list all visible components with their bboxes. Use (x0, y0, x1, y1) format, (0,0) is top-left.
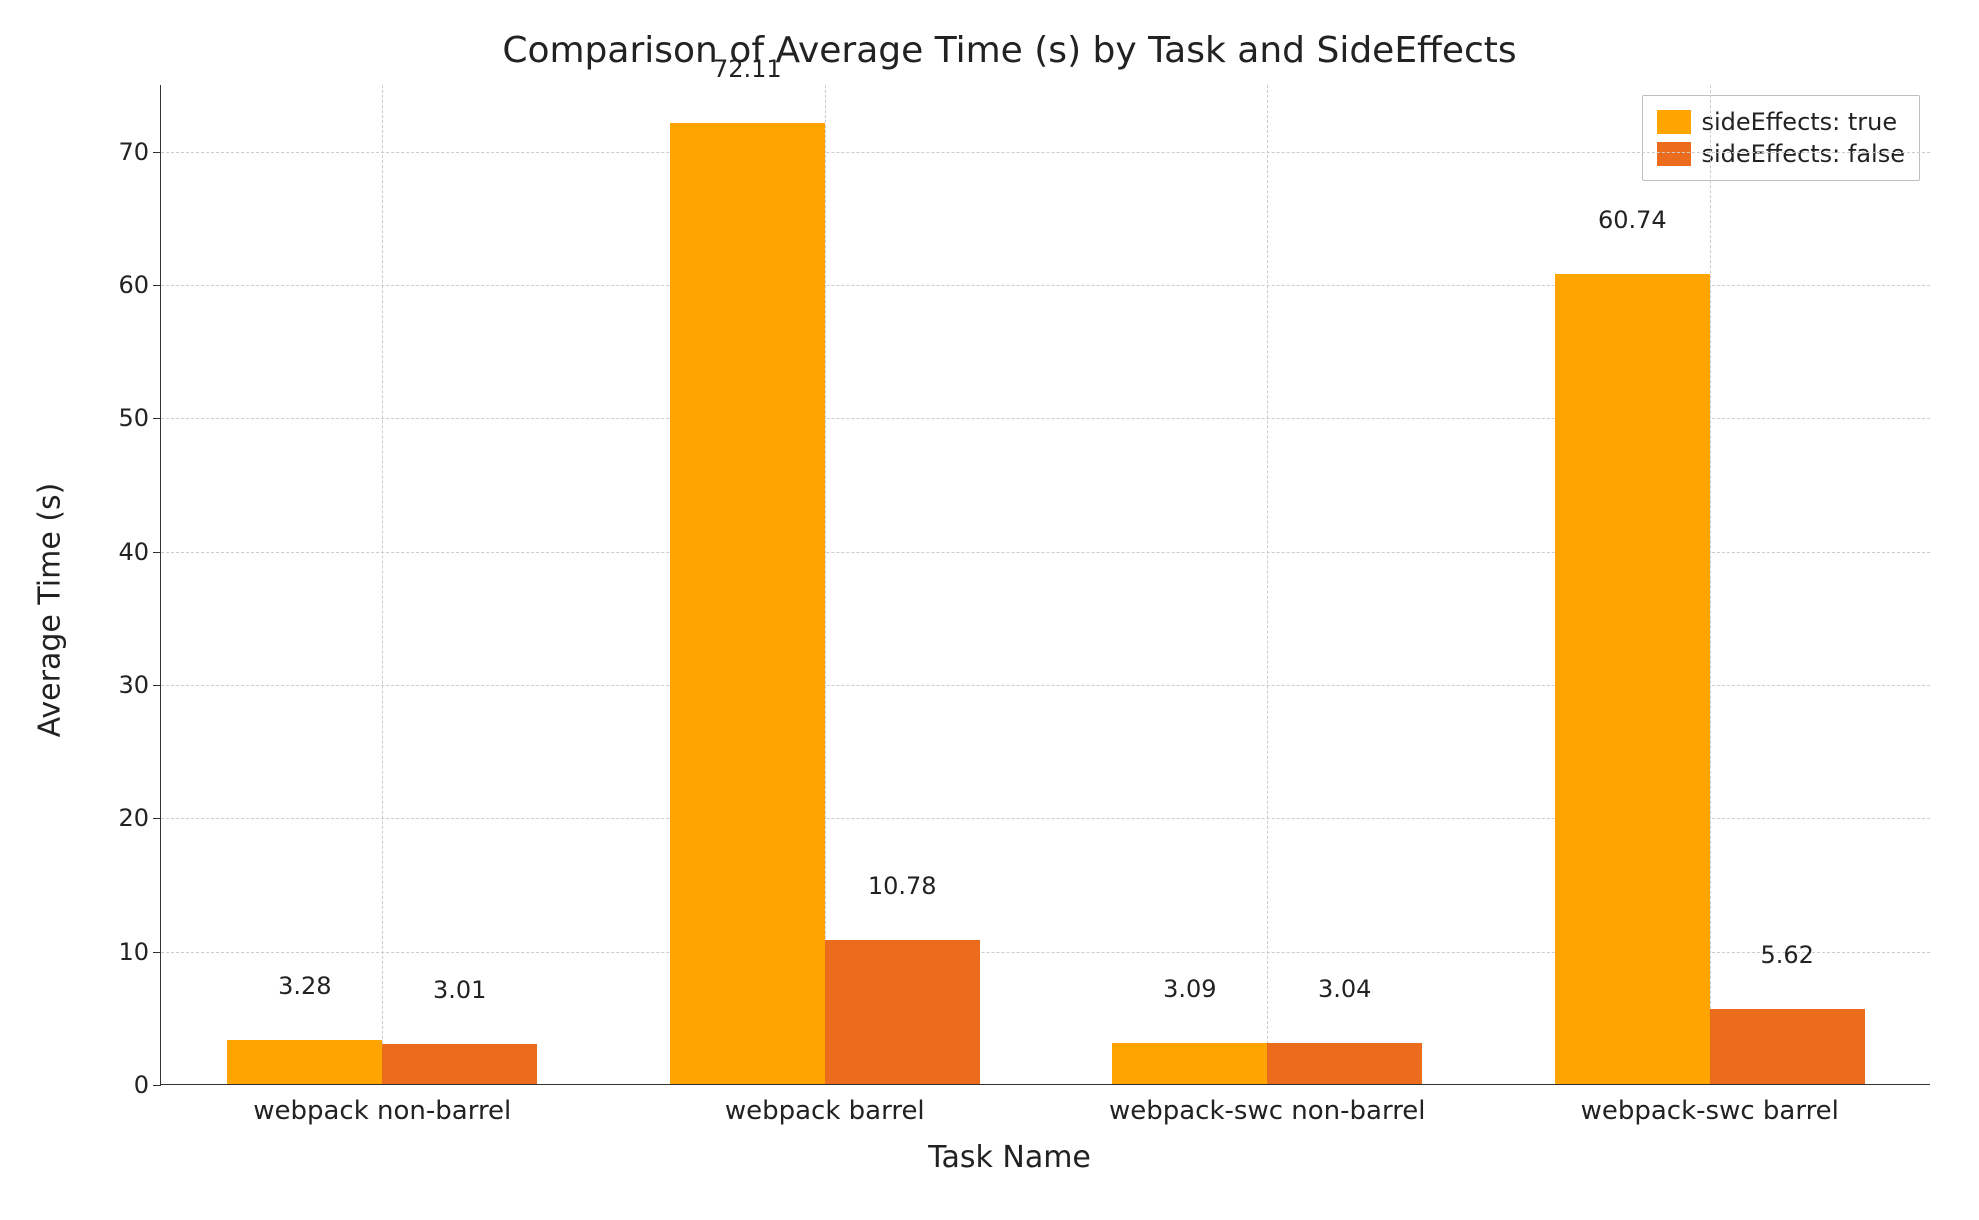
bar (825, 940, 980, 1084)
y-tick-mark (153, 152, 161, 153)
bar (1267, 1043, 1422, 1084)
legend-label: sideEffects: true (1701, 108, 1897, 136)
legend-swatch (1657, 142, 1691, 166)
legend-item: sideEffects: true (1657, 106, 1905, 138)
y-tick-mark (153, 1085, 161, 1086)
legend: sideEffects: true sideEffects: false (1642, 95, 1920, 181)
x-category-label: webpack non-barrel (253, 1084, 511, 1126)
bar-value-label: 3.04 (1318, 975, 1371, 1009)
x-axis-label: Task Name (20, 1140, 1979, 1175)
plot-area: sideEffects: truesideEffects: false 0102… (160, 85, 1930, 1085)
bar (1710, 1009, 1865, 1084)
chart-container: Comparison of Average Time (s) by Task a… (20, 20, 1979, 1200)
chart-title: Comparison of Average Time (s) by Task a… (20, 30, 1979, 71)
y-tick-mark (153, 685, 161, 686)
bar (1112, 1043, 1267, 1084)
bar-value-label: 60.74 (1598, 206, 1667, 240)
grid-line-vertical (825, 85, 826, 1084)
bar-value-label: 3.01 (433, 976, 486, 1010)
grid-line-vertical (1267, 85, 1268, 1084)
bar-value-label: 72.11 (713, 55, 782, 89)
x-category-label: webpack-swc non-barrel (1109, 1084, 1426, 1126)
y-tick-mark (153, 552, 161, 553)
bar (227, 1040, 382, 1084)
legend-swatch (1657, 110, 1691, 134)
y-axis-label: Average Time (s) (33, 483, 68, 738)
bar-value-label: 3.28 (278, 972, 331, 1006)
y-tick-mark (153, 418, 161, 419)
y-tick-mark (153, 818, 161, 819)
y-tick-mark (153, 952, 161, 953)
y-tick-mark (153, 285, 161, 286)
grid-line-vertical (382, 85, 383, 1084)
legend-label: sideEffects: false (1701, 140, 1905, 168)
x-category-label: webpack-swc barrel (1581, 1084, 1839, 1126)
grid-line-horizontal (161, 152, 1930, 153)
grid-line-vertical (1710, 85, 1711, 1084)
legend-item: sideEffects: false (1657, 138, 1905, 170)
bar-value-label: 5.62 (1760, 941, 1813, 975)
bar-value-label: 3.09 (1163, 975, 1216, 1009)
bar (1555, 274, 1710, 1084)
bar (382, 1044, 537, 1084)
bar-value-label: 10.78 (868, 872, 937, 906)
x-category-label: webpack barrel (725, 1084, 925, 1126)
bar (670, 123, 825, 1084)
